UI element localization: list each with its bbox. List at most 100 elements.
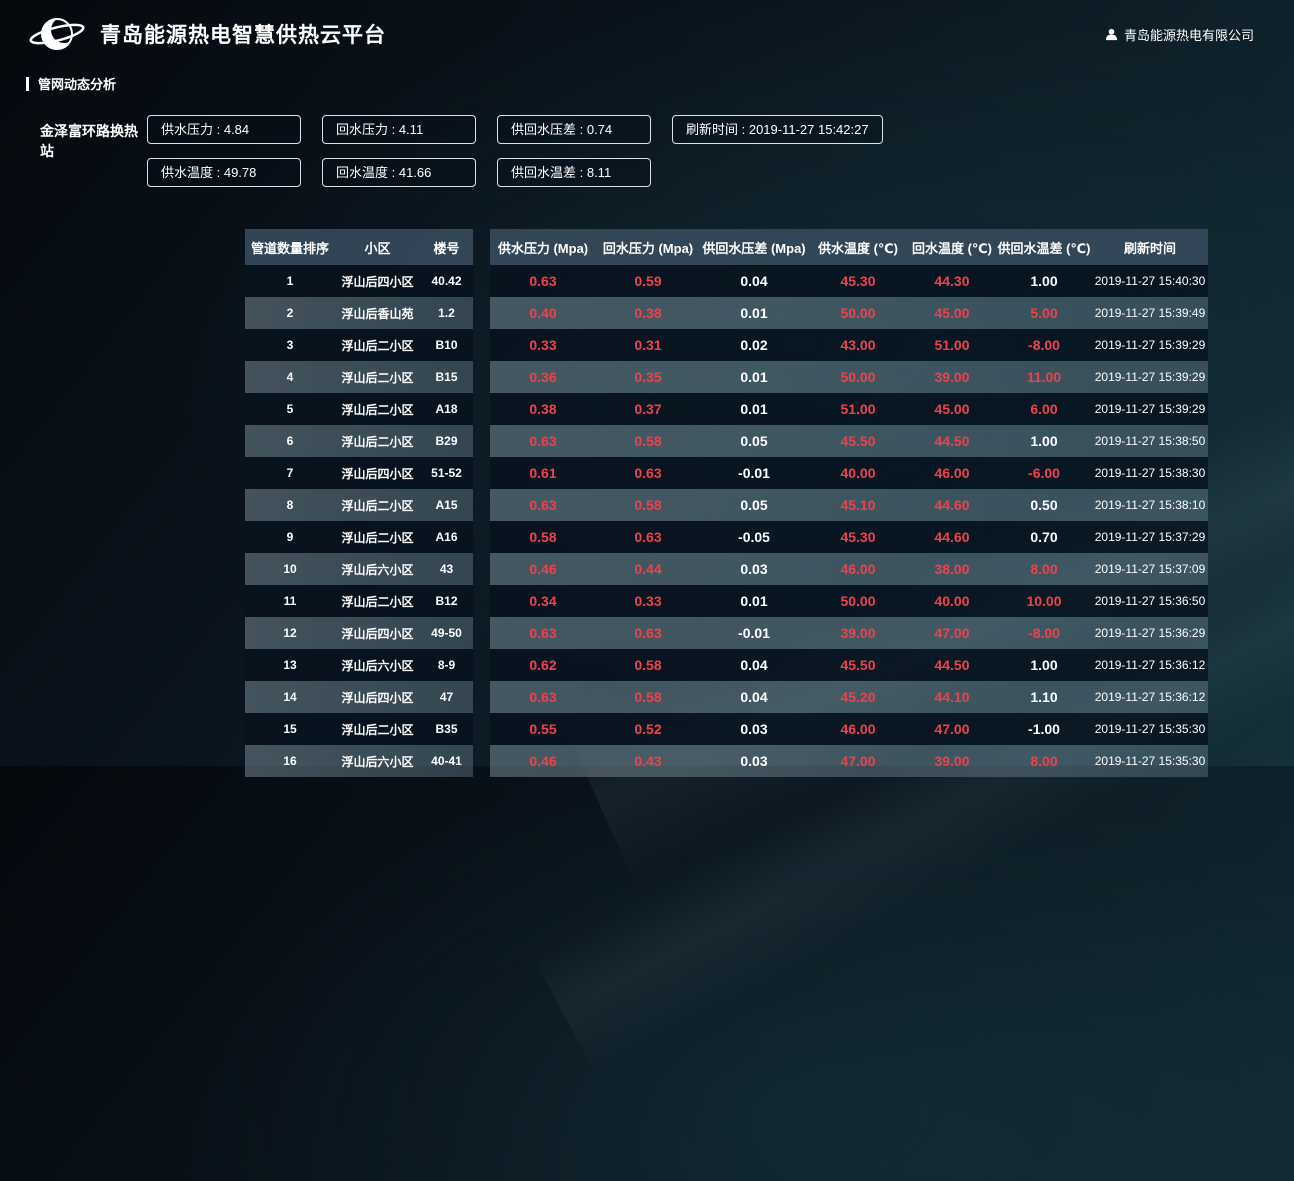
cell-return_temp: 45.00 [908,393,996,425]
cell-return_pressure: 0.58 [596,489,700,521]
metric-row-1: 供水压力 : 4.84回水压力 : 4.11供回水压差 : 0.74刷新时间 :… [147,115,883,144]
cell-refresh_time: 2019-11-27 15:38:50 [1092,425,1208,457]
cell-return_temp: 44.60 [908,521,996,553]
cell-supply_temp: 45.30 [808,521,908,553]
table-row: 7浮山后四小区51-52 [245,457,473,489]
cell-building: 43 [420,553,473,585]
column-header-pressure_diff: 供回水压差 (Mpa) [700,229,808,265]
metric-box-供回水压差: 供回水压差 : 0.74 [497,115,651,144]
cell-return_pressure: 0.43 [596,745,700,777]
cell-temp_diff: 0.70 [996,521,1092,553]
table-row: 0.610.63-0.0140.0046.00-6.002019-11-27 1… [490,457,1208,489]
cell-building: B12 [420,585,473,617]
cell-return_pressure: 0.33 [596,585,700,617]
section-title-label: 管网动态分析 [38,74,116,93]
column-header-community: 小区 [335,229,420,265]
cell-refresh_time: 2019-11-27 15:36:12 [1092,681,1208,713]
table-row: 0.620.580.0445.5044.501.002019-11-27 15:… [490,649,1208,681]
cell-building: 1.2 [420,297,473,329]
station-name: 金泽富环路换热站 [40,115,147,201]
globe-orbit-icon [28,12,86,56]
table-row: 9浮山后二小区A16 [245,521,473,553]
pipe-network-tables: 管道数量排序小区楼号 1浮山后四小区40.422浮山后香山苑1.23浮山后二小区… [245,229,1294,777]
column-header-return_temp: 回水温度 (℃) [908,229,996,265]
cell-pressure_diff: 0.03 [700,553,808,585]
table-row: 8浮山后二小区A15 [245,489,473,521]
cell-pressure_diff: 0.04 [700,265,808,297]
cell-return_pressure: 0.63 [596,457,700,489]
cell-refresh_time: 2019-11-27 15:37:09 [1092,553,1208,585]
cell-refresh_time: 2019-11-27 15:38:30 [1092,457,1208,489]
cell-pressure_diff: -0.01 [700,617,808,649]
cell-return_pressure: 0.58 [596,425,700,457]
cell-refresh_time: 2019-11-27 15:36:12 [1092,649,1208,681]
cell-community: 浮山后二小区 [335,489,420,521]
cell-community: 浮山后二小区 [335,425,420,457]
cell-rank: 13 [245,649,335,681]
cell-building: 47 [420,681,473,713]
cell-refresh_time: 2019-11-27 15:39:29 [1092,393,1208,425]
cell-temp_diff: 6.00 [996,393,1092,425]
cell-rank: 5 [245,393,335,425]
cell-supply_temp: 45.20 [808,681,908,713]
cell-supply_temp: 47.00 [808,745,908,777]
column-header-rank: 管道数量排序 [245,229,335,265]
cell-building: 40-41 [420,745,473,777]
table-row: 5浮山后二小区A18 [245,393,473,425]
cell-community: 浮山后香山苑 [335,297,420,329]
cell-temp_diff: 1.10 [996,681,1092,713]
cell-supply_temp: 50.00 [808,361,908,393]
table-row: 14浮山后四小区47 [245,681,473,713]
cell-community: 浮山后四小区 [335,265,420,297]
cell-supply_temp: 50.00 [808,585,908,617]
cell-pressure_diff: 0.01 [700,585,808,617]
cell-building: A18 [420,393,473,425]
cell-community: 浮山后二小区 [335,329,420,361]
cell-temp_diff: -6.00 [996,457,1092,489]
cell-community: 浮山后六小区 [335,745,420,777]
cell-return_pressure: 0.52 [596,713,700,745]
app-header: 青岛能源热电智慧供热云平台 青岛能源热电有限公司 [0,0,1294,58]
cell-refresh_time: 2019-11-27 15:37:29 [1092,521,1208,553]
table-row: 6浮山后二小区B29 [245,425,473,457]
cell-supply_pressure: 0.63 [490,425,596,457]
cell-return_temp: 44.60 [908,489,996,521]
table-row: 0.400.380.0150.0045.005.002019-11-27 15:… [490,297,1208,329]
metric-box-供水温度: 供水温度 : 49.78 [147,158,301,187]
column-header-building: 楼号 [420,229,473,265]
cell-rank: 9 [245,521,335,553]
station-panel: 金泽富环路换热站 供水压力 : 4.84回水压力 : 4.11供回水压差 : 0… [0,115,1294,201]
cell-refresh_time: 2019-11-27 15:35:30 [1092,745,1208,777]
cell-return_temp: 44.10 [908,681,996,713]
cell-supply_temp: 51.00 [808,393,908,425]
cell-supply_pressure: 0.63 [490,489,596,521]
table-row: 0.360.350.0150.0039.0011.002019-11-27 15… [490,361,1208,393]
cell-community: 浮山后六小区 [335,553,420,585]
cell-refresh_time: 2019-11-27 15:36:50 [1092,585,1208,617]
cell-refresh_time: 2019-11-27 15:40:30 [1092,265,1208,297]
cell-return_pressure: 0.58 [596,681,700,713]
cell-supply_temp: 45.10 [808,489,908,521]
cell-rank: 2 [245,297,335,329]
cell-supply_temp: 45.50 [808,425,908,457]
cell-temp_diff: -8.00 [996,329,1092,361]
cell-building: B35 [420,713,473,745]
cell-rank: 16 [245,745,335,777]
cell-building: A16 [420,521,473,553]
cell-rank: 15 [245,713,335,745]
cell-pressure_diff: 0.05 [700,489,808,521]
cell-temp_diff: 0.50 [996,489,1092,521]
cell-temp_diff: 11.00 [996,361,1092,393]
table-row: 12浮山后四小区49-50 [245,617,473,649]
table-row: 1浮山后四小区40.42 [245,265,473,297]
cell-rank: 4 [245,361,335,393]
cell-return_pressure: 0.37 [596,393,700,425]
cell-temp_diff: 8.00 [996,745,1092,777]
cell-return_pressure: 0.63 [596,617,700,649]
user-account[interactable]: 青岛能源热电有限公司 [1105,25,1254,44]
table-row: 0.380.370.0151.0045.006.002019-11-27 15:… [490,393,1208,425]
table-row: 4浮山后二小区B15 [245,361,473,393]
cell-return_temp: 44.50 [908,425,996,457]
cell-community: 浮山后六小区 [335,649,420,681]
cell-pressure_diff: 0.01 [700,297,808,329]
